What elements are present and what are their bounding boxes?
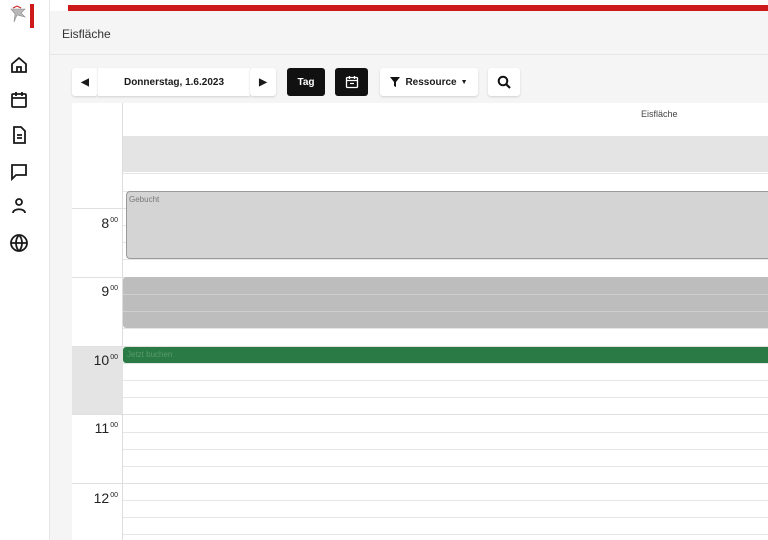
booked-event[interactable]: Gebucht xyxy=(126,191,768,259)
user-icon[interactable] xyxy=(9,196,29,216)
time-column xyxy=(72,103,123,540)
top-bar xyxy=(50,0,768,11)
search-button[interactable] xyxy=(488,68,520,96)
chat-icon[interactable] xyxy=(9,161,29,182)
sidebar xyxy=(0,0,50,540)
grid-line xyxy=(72,483,768,484)
book-now-label: Jetzt buchen xyxy=(127,350,173,359)
resource-filter-label: Ressource xyxy=(405,76,457,88)
date-picker-field[interactable]: Donnerstag, 1.6.2023 xyxy=(98,68,250,96)
grid-line xyxy=(123,500,768,501)
hour-label-10: 1000 xyxy=(93,352,118,368)
page-header: Eisfläche xyxy=(50,11,768,55)
hour-label-9: 900 xyxy=(101,283,118,299)
calendar-icon xyxy=(345,76,358,89)
grid-line xyxy=(123,397,768,398)
hour-label-8: 800 xyxy=(101,215,118,231)
home-icon[interactable] xyxy=(9,55,29,75)
all-day-row[interactable] xyxy=(123,137,768,172)
grid-line xyxy=(123,534,768,535)
view-day-label: Tag xyxy=(297,76,315,88)
club-logo[interactable] xyxy=(7,4,35,28)
grid-line xyxy=(123,517,768,518)
next-day-button[interactable]: ▶ xyxy=(250,68,276,96)
grid-line xyxy=(123,328,768,329)
hour-label-11: 1100 xyxy=(94,420,118,436)
resource-name: Eisfläche xyxy=(641,109,678,119)
current-date-label: Donnerstag, 1.6.2023 xyxy=(123,76,225,88)
book-now-slot[interactable]: Jetzt buchen xyxy=(123,347,768,363)
blocked-slot xyxy=(123,277,768,328)
booked-event-label: Gebucht xyxy=(129,195,160,204)
resource-header: Eisfläche xyxy=(123,103,768,137)
grid-line xyxy=(123,432,768,433)
grid-line xyxy=(123,466,768,467)
filter-icon xyxy=(390,77,401,87)
chevron-down-icon: ▼ xyxy=(460,78,468,86)
resource-filter-dropdown[interactable]: Ressource ▼ xyxy=(380,68,478,96)
slot-divider xyxy=(123,311,768,312)
grid-line xyxy=(72,414,768,415)
slot-divider xyxy=(123,294,768,295)
grid-line xyxy=(123,259,768,260)
calendar-icon[interactable] xyxy=(9,90,29,110)
search-icon xyxy=(497,75,511,89)
view-day-button[interactable]: Tag xyxy=(287,68,325,96)
caret-left-icon: ◀ xyxy=(81,76,89,88)
calendar-view-button[interactable] xyxy=(335,68,368,96)
document-icon[interactable] xyxy=(9,125,29,145)
grid-line xyxy=(123,380,768,381)
grid-line xyxy=(123,363,768,364)
grid-line xyxy=(123,449,768,450)
grid-line xyxy=(123,173,768,174)
hour-label-12: 1200 xyxy=(93,490,118,506)
page-title: Eisfläche xyxy=(62,27,111,41)
prev-day-button[interactable]: ◀ xyxy=(72,68,98,96)
caret-right-icon: ▶ xyxy=(259,76,267,88)
globe-icon[interactable] xyxy=(9,233,29,253)
